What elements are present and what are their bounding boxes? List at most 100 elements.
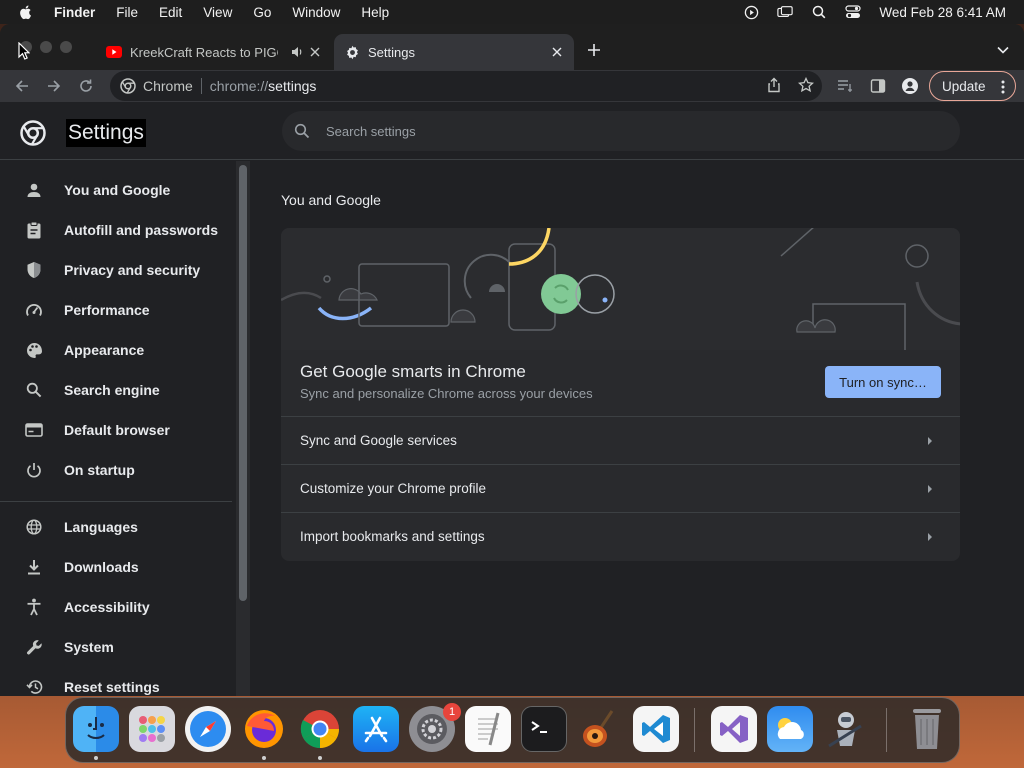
- browser-toolbar: Chrome chrome://settings Update: [0, 70, 1024, 102]
- sidebar-scrollbar[interactable]: [236, 161, 250, 696]
- menu-bar-clock[interactable]: Wed Feb 28 6:41 AM: [879, 5, 1006, 20]
- close-tab-icon[interactable]: [550, 45, 564, 59]
- wrench-icon: [25, 638, 43, 656]
- sidebar-item-default-browser[interactable]: Default browser: [0, 410, 232, 450]
- menu-view[interactable]: View: [203, 5, 232, 20]
- tab-settings[interactable]: Settings: [334, 34, 574, 70]
- dock-separator: [694, 708, 695, 752]
- sidebar-item-you-and-google[interactable]: You and Google: [0, 170, 232, 210]
- settings-main: You and Google Get Google smarts in Chro…: [250, 161, 1024, 696]
- sidebar-item-accessibility[interactable]: Accessibility: [0, 587, 232, 627]
- sidebar-item-on-startup[interactable]: On startup: [0, 450, 232, 490]
- profile-avatar-icon[interactable]: [902, 78, 918, 94]
- chrome-window: KreekCraft Reacts to PIGGY Settings: [0, 24, 1024, 696]
- weather-icon[interactable]: [767, 706, 813, 752]
- firefox-icon[interactable]: [241, 706, 287, 752]
- close-tab-icon[interactable]: [308, 45, 322, 59]
- spotlight-icon[interactable]: [811, 4, 827, 20]
- promo-title: Get Google smarts in Chrome: [300, 362, 526, 381]
- visual-studio-icon[interactable]: [711, 706, 757, 752]
- menu-go[interactable]: Go: [253, 5, 271, 20]
- tab-search-icon[interactable]: [996, 43, 1010, 57]
- sidebar-item-search-engine[interactable]: Search engine: [0, 370, 232, 410]
- sidebar-item-downloads[interactable]: Downloads: [0, 547, 232, 587]
- share-icon[interactable]: [766, 77, 782, 93]
- gear-icon: [344, 44, 360, 60]
- screen-mirroring-icon[interactable]: [777, 4, 794, 20]
- control-center-icon[interactable]: [845, 4, 862, 20]
- menu-help[interactable]: Help: [361, 5, 389, 20]
- sidebar-item-label: Search engine: [64, 382, 160, 398]
- chrome-logo-icon: [20, 120, 46, 146]
- settings-header: Settings: [0, 102, 1024, 160]
- sidebar-item-languages[interactable]: Languages: [0, 507, 232, 547]
- bookmark-star-icon[interactable]: [797, 76, 815, 93]
- row-sync-services[interactable]: Sync and Google services: [281, 416, 960, 464]
- page-title: Settings: [66, 119, 146, 147]
- automator-icon[interactable]: [823, 706, 869, 752]
- search-input[interactable]: [326, 123, 886, 139]
- notification-badge: 1: [443, 703, 461, 721]
- globe-icon: [25, 518, 43, 536]
- app-store-icon[interactable]: [353, 706, 399, 752]
- omnibox[interactable]: Chrome chrome://settings: [110, 71, 822, 101]
- accessibility-icon: [25, 598, 43, 616]
- sidebar-item-label: Downloads: [64, 559, 139, 575]
- back-arrow-icon[interactable]: [12, 76, 32, 96]
- menu-file[interactable]: File: [116, 5, 138, 20]
- update-label: Update: [942, 78, 986, 94]
- vscode-icon[interactable]: [633, 706, 679, 752]
- sidebar-item-reset[interactable]: Reset settings: [0, 667, 232, 696]
- update-button[interactable]: Update: [929, 71, 1016, 101]
- dock: 1: [65, 697, 960, 763]
- system-settings-icon[interactable]: 1: [409, 703, 461, 752]
- new-tab-button[interactable]: [585, 41, 603, 59]
- sidebar-item-privacy[interactable]: Privacy and security: [0, 250, 232, 290]
- search-icon: [294, 123, 310, 139]
- mouse-cursor-icon: [18, 42, 30, 60]
- sidebar-item-autofill[interactable]: Autofill and passwords: [0, 210, 232, 250]
- forward-arrow-icon[interactable]: [44, 76, 64, 96]
- sidebar-item-appearance[interactable]: Appearance: [0, 330, 232, 370]
- settings-search[interactable]: [282, 111, 960, 151]
- chevron-right-icon: [928, 485, 932, 493]
- window-minimize-button[interactable]: [40, 41, 52, 53]
- menu-bar: Finder File Edit View Go Window Help Wed…: [0, 0, 1024, 24]
- terminal-icon[interactable]: [521, 706, 567, 752]
- speaker-icon[interactable]: [290, 45, 304, 59]
- sync-illustration: [281, 228, 960, 350]
- you-and-google-card: Get Google smarts in Chrome Sync and per…: [281, 228, 960, 561]
- turn-on-sync-button[interactable]: Turn on sync…: [825, 366, 941, 398]
- finder-icon[interactable]: [73, 706, 119, 752]
- play-status-icon[interactable]: [743, 4, 759, 20]
- menu-edit[interactable]: Edit: [159, 5, 182, 20]
- trash-icon[interactable]: [904, 706, 950, 752]
- safari-icon[interactable]: [185, 706, 231, 752]
- reload-icon[interactable]: [76, 76, 96, 96]
- chrome-icon[interactable]: [297, 706, 343, 752]
- sidebar-item-label: Reset settings: [64, 679, 160, 695]
- row-customize-profile[interactable]: Customize your Chrome profile: [281, 464, 960, 512]
- settings-page: Settings You and Google Autofill and pas…: [0, 102, 1024, 696]
- apple-icon[interactable]: [18, 4, 34, 20]
- scrollbar-thumb[interactable]: [239, 165, 247, 601]
- sidebar-divider: [0, 501, 232, 502]
- reading-list-icon[interactable]: [837, 78, 853, 94]
- tab-youtube[interactable]: KreekCraft Reacts to PIGGY: [96, 34, 332, 70]
- row-label: Customize your Chrome profile: [300, 481, 487, 496]
- textedit-icon[interactable]: [465, 706, 511, 752]
- row-import-bookmarks[interactable]: Import bookmarks and settings: [281, 512, 960, 560]
- sidebar-item-performance[interactable]: Performance: [0, 290, 232, 330]
- window-zoom-button[interactable]: [60, 41, 72, 53]
- sidebar-item-label: Appearance: [64, 342, 145, 358]
- palette-icon: [25, 341, 43, 359]
- more-menu-icon[interactable]: [1001, 79, 1005, 98]
- chevron-right-icon: [928, 533, 932, 541]
- launchpad-icon[interactable]: [129, 706, 175, 752]
- sidebar-item-label: Languages: [64, 519, 138, 535]
- sidebar-item-system[interactable]: System: [0, 627, 232, 667]
- menu-window[interactable]: Window: [292, 5, 340, 20]
- garageband-icon[interactable]: [577, 706, 623, 752]
- menu-app-name[interactable]: Finder: [54, 5, 95, 20]
- side-panel-icon[interactable]: [870, 78, 886, 94]
